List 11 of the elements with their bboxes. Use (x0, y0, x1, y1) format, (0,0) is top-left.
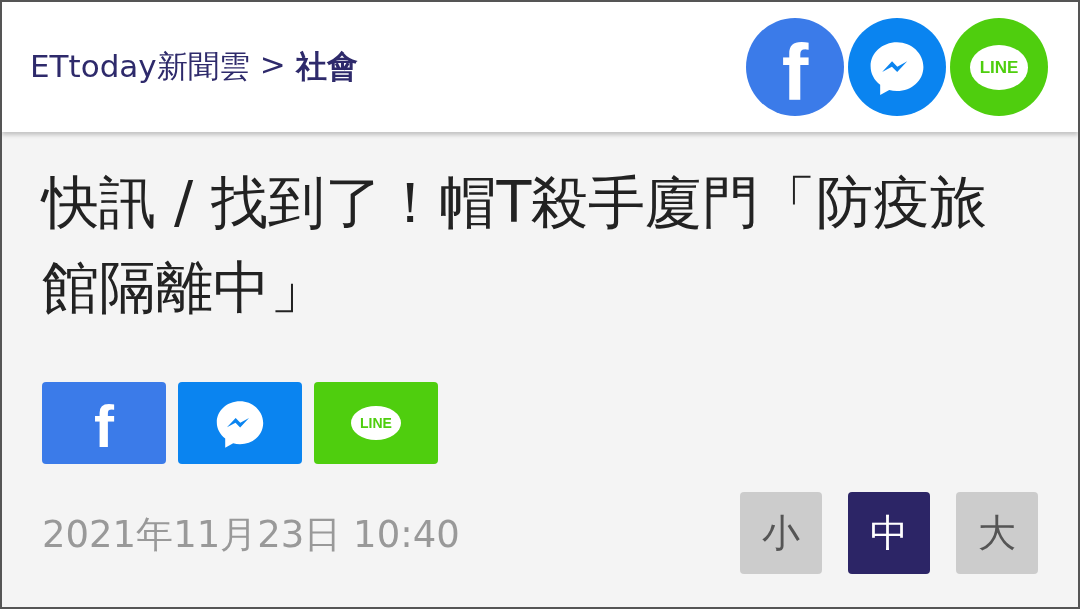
font-size-button[interactable]: 中 (848, 492, 930, 574)
facebook-share-button[interactable]: f (746, 18, 844, 116)
breadcrumb-link[interactable]: > (259, 46, 286, 88)
breadcrumb-link[interactable]: ETtoday新聞雲 (30, 46, 250, 88)
article-title: 快訊 / 找到了！帽T殺手廈門「防疫旅館隔離中」 (42, 168, 989, 322)
facebook-share-button[interactable]: f (42, 382, 166, 464)
messenger-share-button[interactable] (178, 382, 302, 464)
font-size-button[interactable]: 大 (956, 492, 1038, 574)
font-size-button[interactable]: 小 (740, 492, 822, 574)
breadcrumb-link[interactable]: 社會 (295, 46, 358, 88)
publish-date: 2021年11月23日 10:40 (42, 512, 460, 558)
